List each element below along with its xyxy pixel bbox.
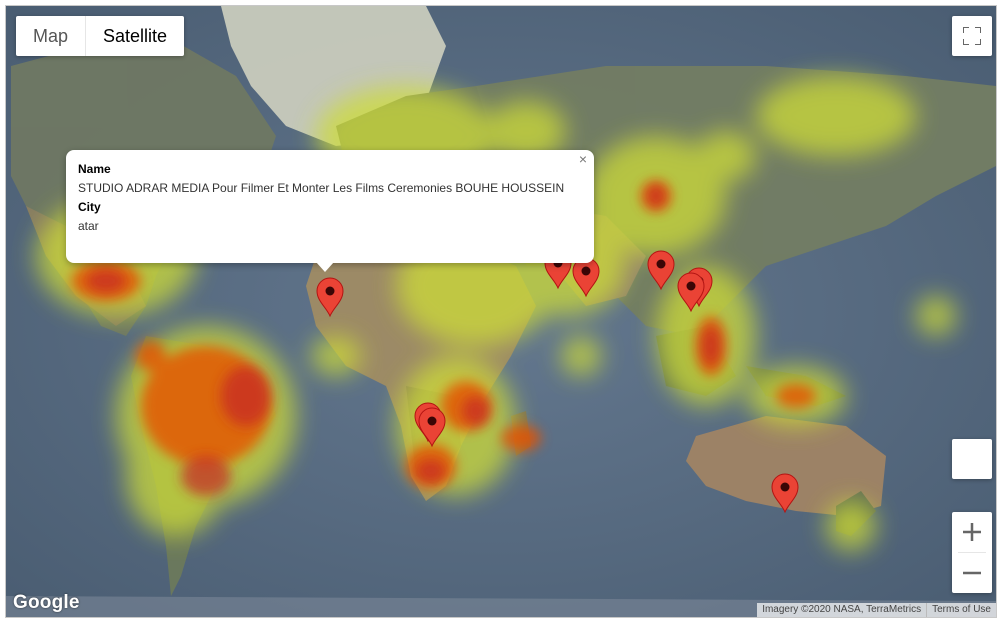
info-window: × Name STUDIO ADRAR MEDIA Pour Filmer Et… bbox=[66, 150, 594, 272]
close-icon[interactable]: × bbox=[576, 152, 590, 166]
terms-link[interactable]: Terms of Use bbox=[927, 603, 996, 617]
imagery-attribution: Imagery ©2020 NASA, TerraMetrics bbox=[757, 603, 927, 617]
info-window-tail bbox=[316, 262, 334, 272]
map-type-button[interactable]: Map bbox=[16, 16, 85, 56]
name-label: Name bbox=[78, 162, 111, 176]
city-value: atar bbox=[78, 219, 99, 233]
satellite-map[interactable] bbox=[6, 6, 996, 617]
map-type-control: Map Satellite bbox=[16, 16, 185, 56]
zoom-control bbox=[952, 512, 992, 593]
satellite-type-button[interactable]: Satellite bbox=[85, 16, 184, 56]
google-logo[interactable]: Google bbox=[13, 592, 80, 614]
zoom-in-icon bbox=[963, 523, 981, 541]
name-value: STUDIO ADRAR MEDIA Pour Filmer Et Monter… bbox=[78, 181, 565, 195]
street-view-control[interactable] bbox=[952, 439, 992, 479]
map-container[interactable]: Map Satellite × Name STUDIO ADRAR MEDIA … bbox=[5, 5, 997, 618]
city-label: City bbox=[78, 200, 101, 214]
fullscreen-button[interactable] bbox=[952, 16, 992, 56]
fullscreen-icon bbox=[963, 27, 981, 45]
zoom-out-icon bbox=[963, 571, 981, 575]
zoom-out-button[interactable] bbox=[952, 553, 992, 593]
zoom-in-button[interactable] bbox=[952, 512, 992, 552]
attribution-bar: Imagery ©2020 NASA, TerraMetrics Terms o… bbox=[757, 603, 996, 617]
